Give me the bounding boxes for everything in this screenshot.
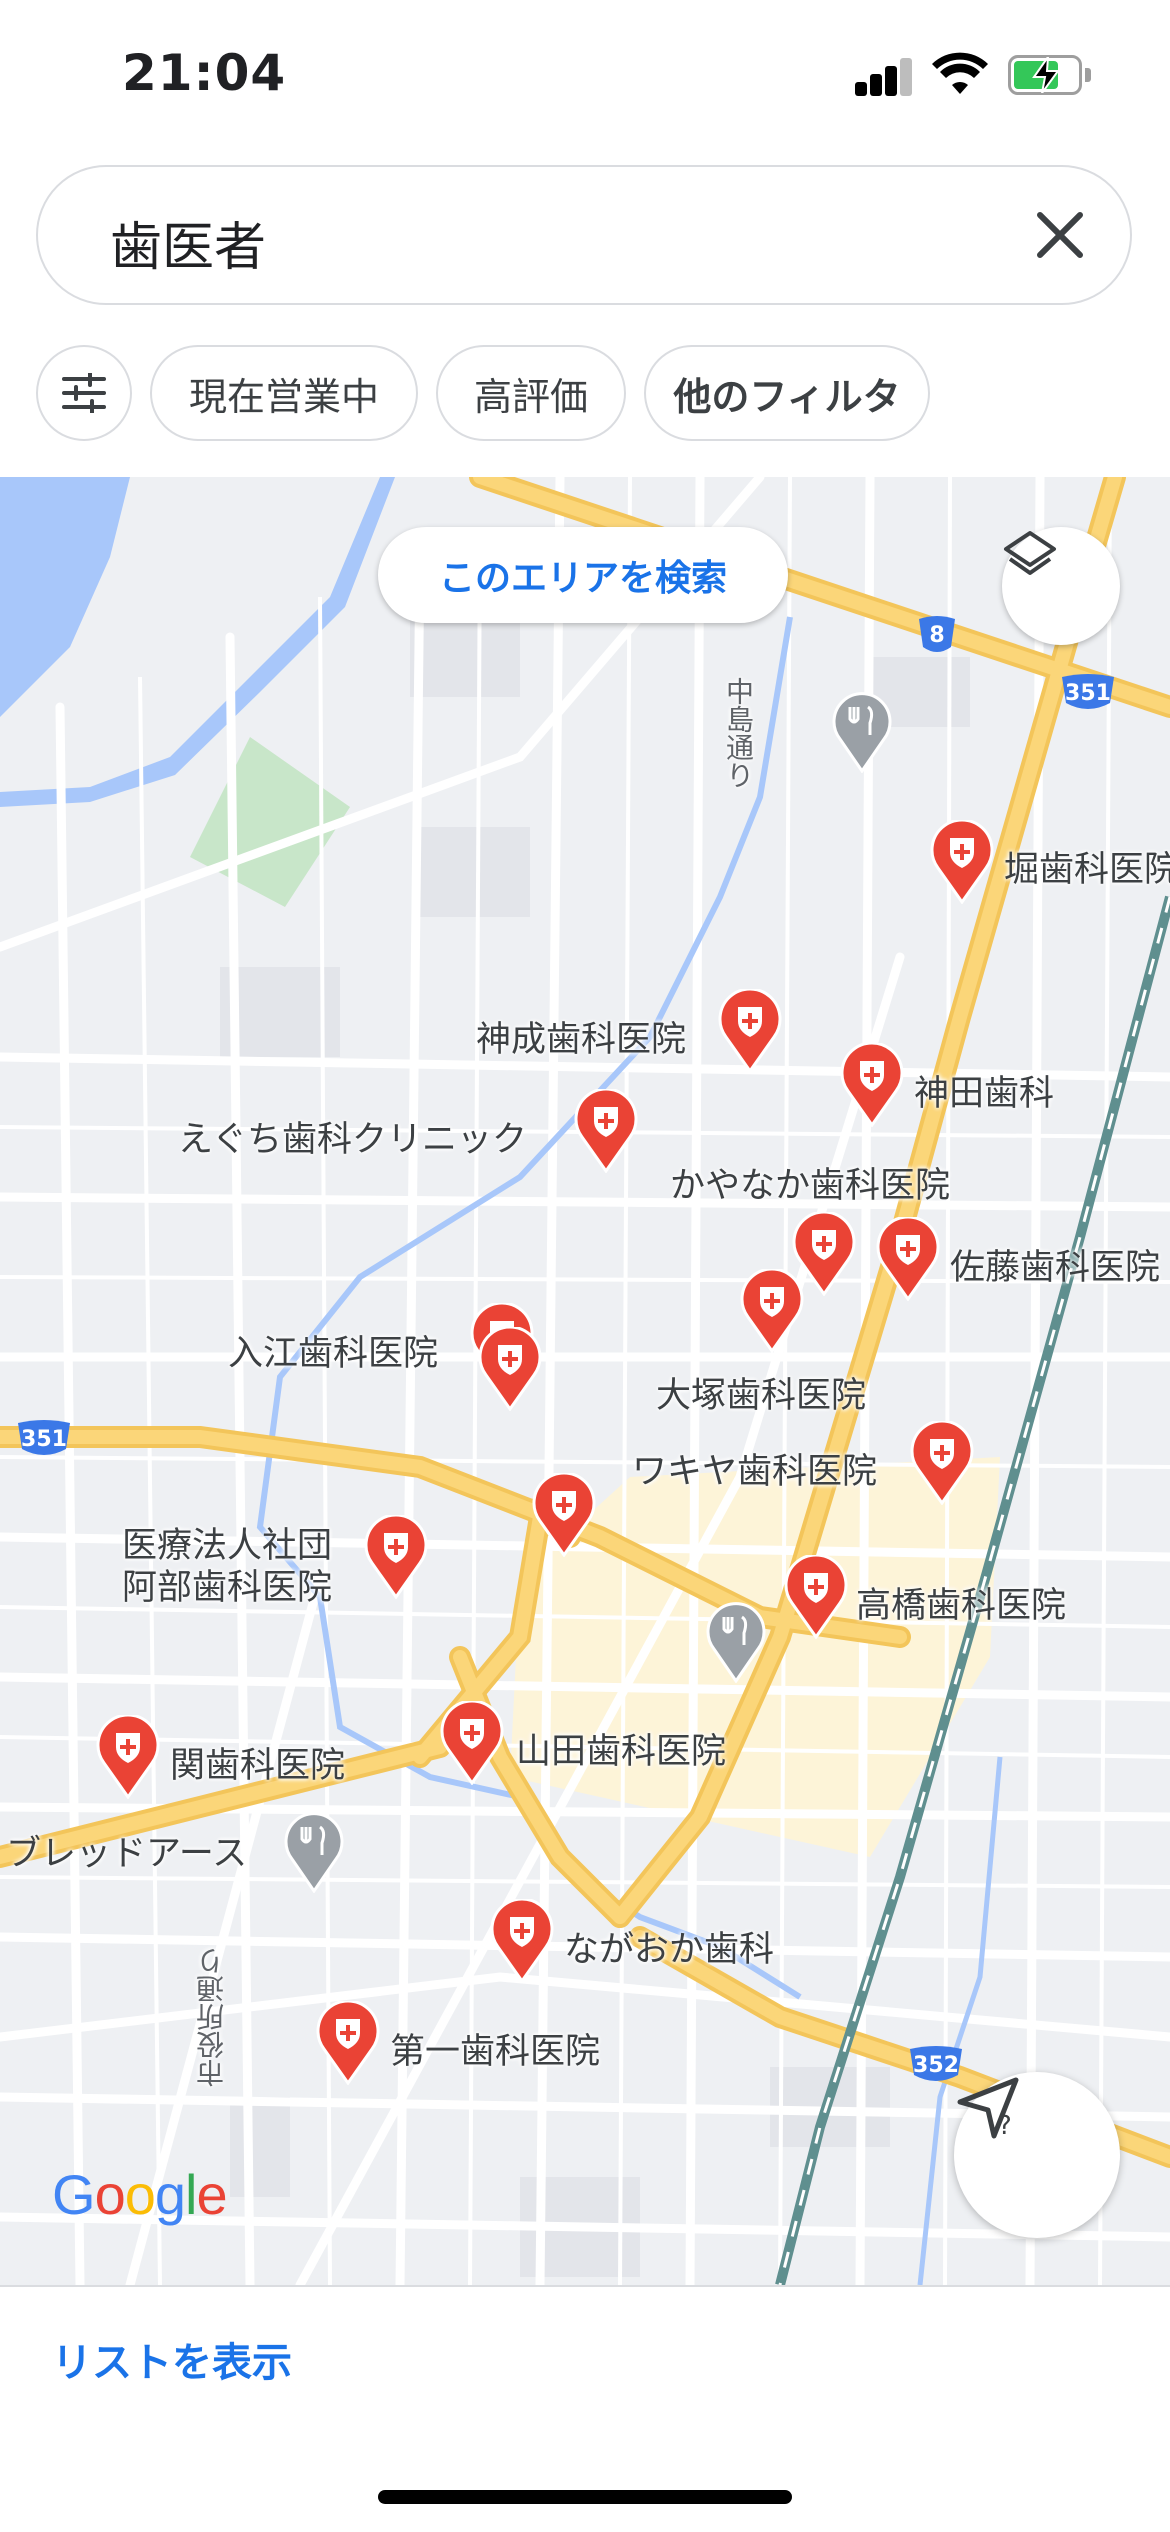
dental-pin-icon[interactable] [478, 1327, 542, 1411]
dentist-label[interactable]: ワキヤ歯科医院 [632, 1443, 877, 1494]
dental-pin-icon[interactable] [364, 1515, 428, 1599]
google-logo: Google [52, 2163, 228, 2226]
chip-top-rated[interactable]: 高評価 [436, 345, 626, 441]
dental-pin-icon[interactable] [740, 1269, 804, 1353]
map-base[interactable] [0, 477, 1170, 2285]
navigation-arrow-icon: ? [957, 2077, 1019, 2141]
svg-text:?: ? [998, 2111, 1012, 2141]
dental-pin-icon[interactable] [316, 2001, 380, 2085]
street-label: 中島通り [722, 677, 755, 789]
wifi-icon [932, 52, 988, 94]
layers-icon [1004, 531, 1056, 575]
dentist-label[interactable]: 堀歯科医院 [1004, 841, 1170, 892]
map-view[interactable]: 8 351 351 352 中島通り 市役所通り ブレッドアース 堀歯科医院 神… [0, 477, 1170, 2285]
dentist-label[interactable]: 第一歯科医院 [390, 2023, 600, 2074]
dentist-label[interactable]: 神田歯科 [914, 1065, 1054, 1116]
close-icon[interactable] [1024, 199, 1096, 271]
status-time: 21:04 [122, 44, 287, 102]
show-list-link[interactable]: リストを表示 [52, 2330, 292, 2388]
chip-open-now[interactable]: 現在営業中 [150, 345, 418, 441]
restaurant-pin-icon[interactable] [830, 689, 894, 773]
dentist-label[interactable]: 高橋歯科医院 [856, 1577, 1066, 1628]
dentist-label[interactable]: ながおか歯科 [564, 1921, 774, 1972]
dental-pin-icon[interactable] [910, 1421, 974, 1505]
dentist-label[interactable]: 神成歯科医院 [476, 1011, 686, 1062]
dental-pin-icon[interactable] [490, 1899, 554, 1983]
search-query[interactable]: 歯医者 [110, 205, 266, 280]
search-box[interactable]: 歯医者 [36, 165, 1132, 305]
dentist-label[interactable]: 山田歯科医院 [516, 1723, 726, 1774]
dental-pin-icon[interactable] [96, 1715, 160, 1799]
dental-pin-icon[interactable] [574, 1089, 638, 1173]
restaurant-pin-icon[interactable] [282, 1809, 346, 1893]
dentist-label[interactable]: 佐藤歯科医院 [950, 1239, 1160, 1290]
battery-charging-icon [1008, 55, 1092, 95]
chip-more-filters[interactable]: 他のフィルタ [644, 345, 930, 441]
dentist-label[interactable]: かやなか歯科医院 [670, 1157, 950, 1208]
home-indicator[interactable] [378, 2490, 792, 2504]
dental-pin-icon[interactable] [930, 820, 994, 904]
dental-pin-icon[interactable] [876, 1217, 940, 1301]
dentist-label[interactable]: 大塚歯科医院 [656, 1367, 866, 1418]
dentist-label[interactable]: 入江歯科医院 [228, 1325, 438, 1376]
dentist-label[interactable]: えぐち歯科クリニック [178, 1111, 527, 1162]
dental-pin-icon[interactable] [440, 1701, 504, 1785]
restaurant-pin-icon[interactable] [704, 1599, 768, 1683]
route-number: 351 [21, 1427, 67, 1452]
layers-button[interactable] [1002, 527, 1120, 645]
dentist-label[interactable]: 阿部歯科医院 [122, 1559, 332, 1610]
filter-options-button[interactable] [36, 345, 132, 441]
dental-pin-icon[interactable] [784, 1555, 848, 1639]
poi-label[interactable]: ブレッドアース [6, 1825, 247, 1876]
route-number: 8 [929, 623, 945, 648]
dental-pin-icon[interactable] [840, 1043, 904, 1127]
location-button[interactable]: ? [954, 2072, 1120, 2238]
search-this-area-button[interactable]: このエリアを検索 [378, 527, 788, 623]
cellular-signal-icon [855, 56, 913, 96]
dental-pin-icon[interactable] [718, 989, 782, 1073]
dentist-label[interactable]: 関歯科医院 [170, 1737, 345, 1788]
tune-icon [62, 373, 106, 413]
dental-pin-icon[interactable] [532, 1473, 596, 1557]
street-label: 市役所通り [195, 1947, 228, 2087]
bottom-divider [0, 2285, 1170, 2287]
route-number: 351 [1065, 681, 1111, 706]
